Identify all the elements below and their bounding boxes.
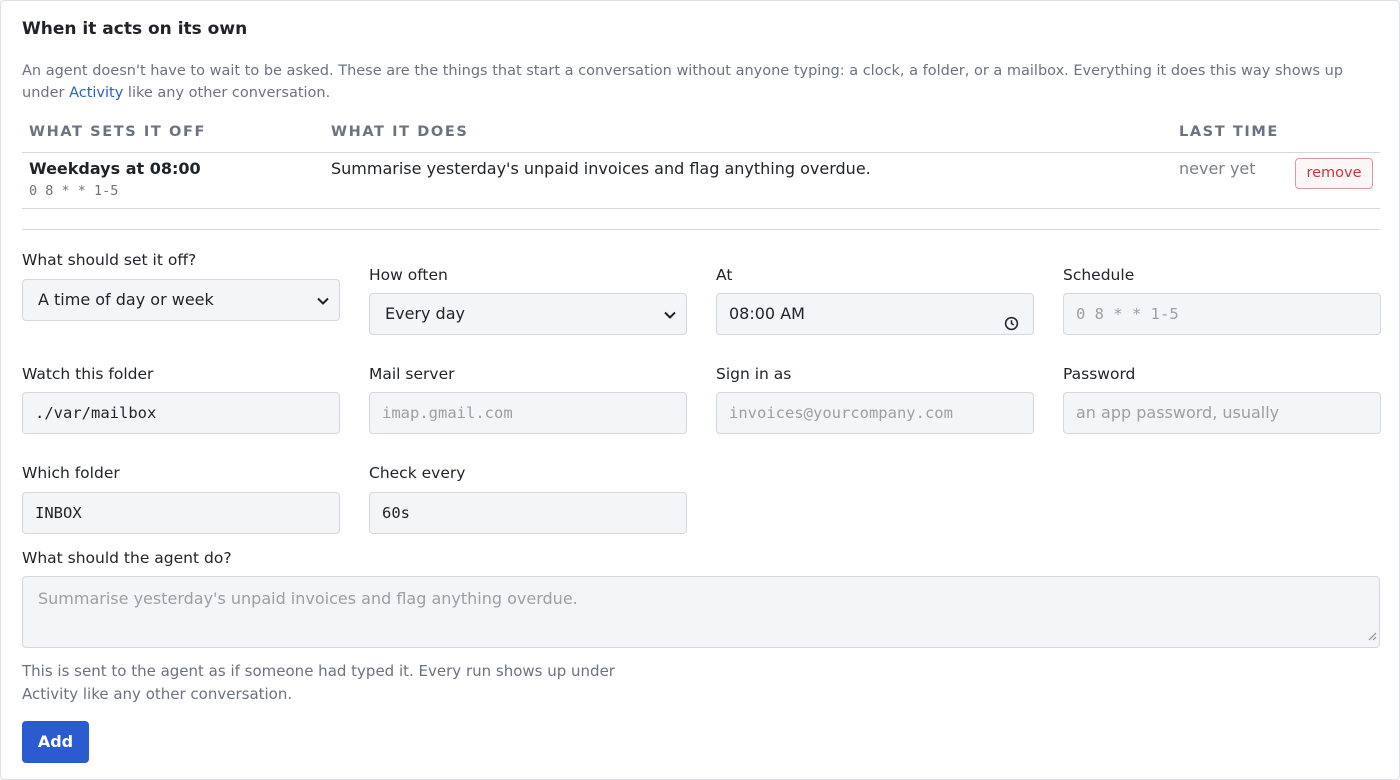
mail-server-input[interactable]: imap.gmail.com — [369, 392, 687, 434]
remove-button[interactable]: remove — [1295, 158, 1373, 189]
trigger-type-value: A time of day or week — [38, 290, 214, 309]
help-text: This is sent to the agent as if someone … — [22, 662, 615, 703]
row-cron-expression: 0 8 * * 1-5 — [29, 183, 119, 199]
trigger-type-label: What should set it off? — [22, 251, 197, 269]
clock-icon[interactable] — [1004, 306, 1019, 334]
which-folder-label: Which folder — [22, 464, 120, 482]
check-every-input[interactable]: 60s — [369, 492, 687, 534]
time-input[interactable]: 08:00 AM — [716, 293, 1034, 335]
intro-text-end: like any other conversation. — [123, 85, 331, 101]
row-task-description: Summarise yesterday's unpaid invoices an… — [331, 159, 871, 178]
mail-server-placeholder: imap.gmail.com — [382, 404, 513, 422]
agent-task-textarea[interactable]: Summarise yesterday's unpaid invoices an… — [22, 576, 1380, 648]
chevron-down-icon — [664, 294, 676, 334]
table-header-divider — [22, 152, 1380, 153]
watch-folder-value: ./var/mailbox — [35, 404, 157, 422]
which-folder-input[interactable]: INBOX — [22, 492, 340, 534]
add-button[interactable]: Add — [22, 721, 89, 763]
sign-in-placeholder: invoices@yourcompany.com — [729, 404, 953, 422]
section-intro: An agent doesn't have to wait to be aske… — [22, 60, 1372, 104]
how-often-label: How often — [369, 266, 448, 284]
check-every-label: Check every — [369, 464, 466, 482]
row-trigger-label: Weekdays at 08:00 — [29, 159, 201, 178]
watch-folder-label: Watch this folder — [22, 365, 154, 383]
check-every-value: 60s — [382, 504, 410, 522]
column-header-action: WHAT IT DOES — [331, 124, 469, 140]
time-value: 08:00 AM — [729, 304, 805, 323]
watch-folder-input[interactable]: ./var/mailbox — [22, 392, 340, 434]
trigger-type-select[interactable]: A time of day or week — [22, 279, 340, 321]
password-placeholder: an app password, usually — [1076, 403, 1280, 422]
mail-server-label: Mail server — [369, 365, 455, 383]
schedule-input[interactable]: 0 8 * * 1-5 — [1063, 293, 1381, 335]
chevron-down-icon — [317, 280, 329, 320]
how-often-select[interactable]: Every day — [369, 293, 687, 335]
agent-task-placeholder: Summarise yesterday's unpaid invoices an… — [38, 589, 578, 608]
how-often-value: Every day — [385, 304, 465, 323]
triggers-card: When it acts on its own An agent doesn't… — [0, 0, 1400, 780]
table-row-divider — [22, 208, 1380, 209]
schedule-label: Schedule — [1063, 266, 1135, 284]
column-header-trigger: WHAT SETS IT OFF — [29, 124, 206, 140]
sign-in-input[interactable]: invoices@yourcompany.com — [716, 392, 1034, 434]
agent-task-label: What should the agent do? — [22, 549, 232, 567]
password-input[interactable]: an app password, usually — [1063, 392, 1381, 434]
which-folder-value: INBOX — [35, 504, 82, 522]
row-last-time: never yet — [1179, 159, 1256, 178]
section-divider — [22, 229, 1380, 230]
sign-in-label: Sign in as — [716, 365, 792, 383]
at-label: At — [716, 266, 733, 284]
schedule-placeholder: 0 8 * * 1-5 — [1076, 305, 1179, 323]
column-header-last-time: LAST TIME — [1179, 124, 1279, 140]
activity-link[interactable]: Activity — [69, 85, 123, 101]
password-label: Password — [1063, 365, 1136, 383]
section-title: When it acts on its own — [22, 19, 248, 39]
resize-handle-icon[interactable] — [1367, 626, 1377, 645]
